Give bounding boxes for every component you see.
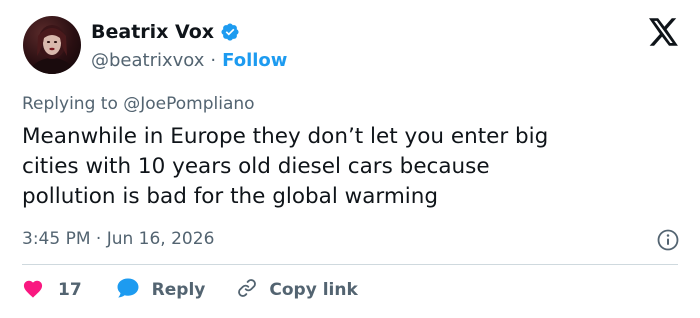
verified-badge-icon <box>220 22 240 42</box>
avatar[interactable] <box>23 16 81 74</box>
like-count: 17 <box>58 280 82 300</box>
reply-label: Reply <box>151 280 206 300</box>
follow-button[interactable]: Follow <box>222 50 287 71</box>
info-icon[interactable] <box>657 229 679 251</box>
link-icon <box>235 277 259 304</box>
reply-mention-link[interactable]: @JoePompliano <box>123 94 254 114</box>
tweet-text: Meanwhile in Europe they don’t let you e… <box>22 124 549 209</box>
tweet-timestamp[interactable]: 3:45 PM · Jun 16, 2026 <box>22 229 214 249</box>
speech-bubble-icon <box>116 277 140 304</box>
copy-link-label: Copy link <box>269 280 358 300</box>
reply-button[interactable]: Reply <box>116 277 206 304</box>
reply-context-prefix: Replying to <box>22 94 124 114</box>
reply-context: Replying to @JoePompliano <box>22 94 255 114</box>
author-handle[interactable]: @beatrixvox <box>91 50 204 71</box>
separator-dot: · <box>210 49 217 71</box>
copy-link-button[interactable]: Copy link <box>235 277 358 304</box>
author-handle-row: @beatrixvox · Follow <box>91 48 287 72</box>
like-button[interactable]: 17 <box>22 278 82 303</box>
action-bar: 17 Reply Copy link <box>22 276 358 304</box>
heart-icon <box>22 278 44 303</box>
author-name-row: Beatrix Vox <box>91 18 240 46</box>
x-logo-icon[interactable] <box>649 18 679 46</box>
author-name[interactable]: Beatrix Vox <box>91 21 214 43</box>
divider <box>22 264 678 265</box>
